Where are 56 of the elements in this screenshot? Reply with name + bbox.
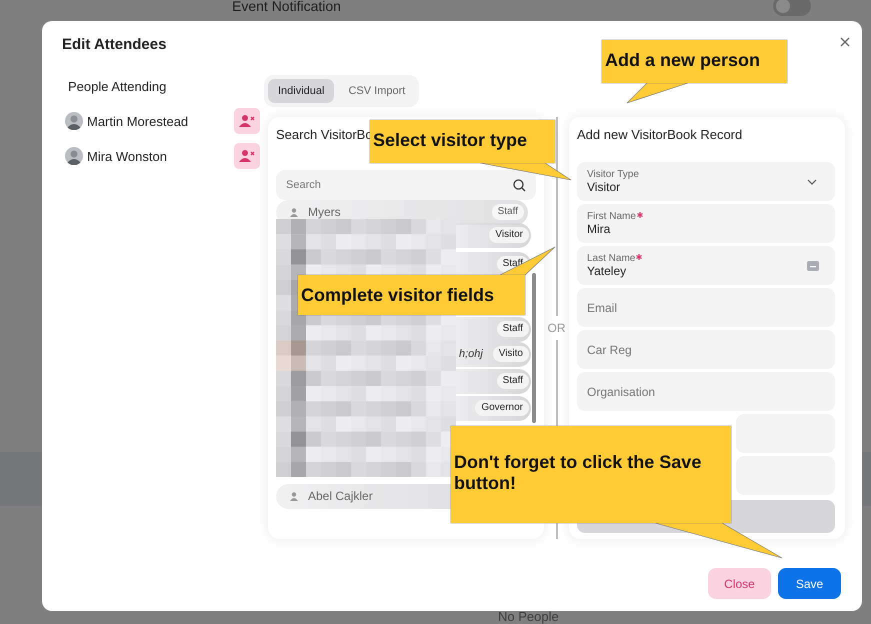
result-row[interactable]: h;ohj Visito xyxy=(456,342,531,366)
person-icon xyxy=(290,208,298,216)
field-label: Visitor Type xyxy=(587,169,639,180)
result-row[interactable]: Governor xyxy=(456,396,531,420)
type-tag: Governor xyxy=(475,400,529,416)
callout-text: Add a new person xyxy=(604,50,762,71)
result-row[interactable]: Staff xyxy=(456,368,531,394)
callout-text: Select visitor type xyxy=(372,130,528,151)
remove-person-button[interactable] xyxy=(234,143,260,169)
scrollbar[interactable] xyxy=(532,273,536,423)
person-icon xyxy=(290,492,298,500)
field-value: Visitor xyxy=(587,180,622,194)
chevron-down-icon xyxy=(807,178,817,184)
result-name: h;ohj xyxy=(459,348,483,360)
attendee-name: Martin Morestead xyxy=(87,114,190,128)
field-value: Yateley xyxy=(587,264,628,278)
remove-person-icon xyxy=(239,114,255,128)
select-field[interactable]: Visitor Type Visitor xyxy=(577,162,835,201)
type-tag: Staff xyxy=(492,204,524,220)
search-field[interactable]: Search xyxy=(276,170,536,200)
search-icon[interactable] xyxy=(513,179,526,192)
panel-title: Search VisitorBo xyxy=(276,127,373,142)
result-name: Myers xyxy=(308,205,341,219)
save-button[interactable]: Save xyxy=(778,568,841,599)
toggle-switch[interactable] xyxy=(773,0,811,16)
section-title: Event Notification xyxy=(232,0,341,14)
result-name: Abel Cajkler xyxy=(308,489,373,503)
empty-message: No People xyxy=(498,609,559,624)
remove-person-icon xyxy=(239,149,255,163)
or-label: OR xyxy=(548,320,566,337)
tab[interactable]: Individual xyxy=(268,79,334,103)
field-label: First Name xyxy=(587,211,636,222)
avatar xyxy=(65,147,83,165)
input-field[interactable]: Car Reg xyxy=(577,330,835,369)
type-tag: Staff xyxy=(496,321,529,337)
remove-person-button[interactable] xyxy=(234,108,260,134)
type-tag: Visitor xyxy=(489,227,529,243)
type-tag: Staff xyxy=(496,373,529,389)
input-field[interactable]: Organisation xyxy=(577,372,835,411)
section-heading: People Attending xyxy=(68,79,168,94)
result-row[interactable]: Staff xyxy=(456,316,531,342)
dialog-title: Edit Attendees xyxy=(62,36,166,55)
callout-text: Complete visitor fields xyxy=(300,285,496,306)
field-label: Last Name xyxy=(587,253,636,264)
result-row[interactable]: Visitor xyxy=(456,222,531,248)
callout-text: Don't forget to click the Save button! xyxy=(453,452,702,494)
panel-title: Add new VisitorBook Record xyxy=(577,127,742,142)
close-icon[interactable] xyxy=(840,37,850,47)
tab[interactable]: CSV Import xyxy=(338,79,416,103)
type-tag: Visito xyxy=(492,346,529,362)
input-field[interactable]: Last Name Yateley xyxy=(577,246,835,285)
input-field[interactable]: First Name Mira xyxy=(577,204,835,243)
avatar xyxy=(65,112,83,130)
attendee-name: Mira Wonston xyxy=(87,148,168,164)
field-value: Mira xyxy=(587,222,612,236)
input-field[interactable]: Email xyxy=(577,288,835,327)
